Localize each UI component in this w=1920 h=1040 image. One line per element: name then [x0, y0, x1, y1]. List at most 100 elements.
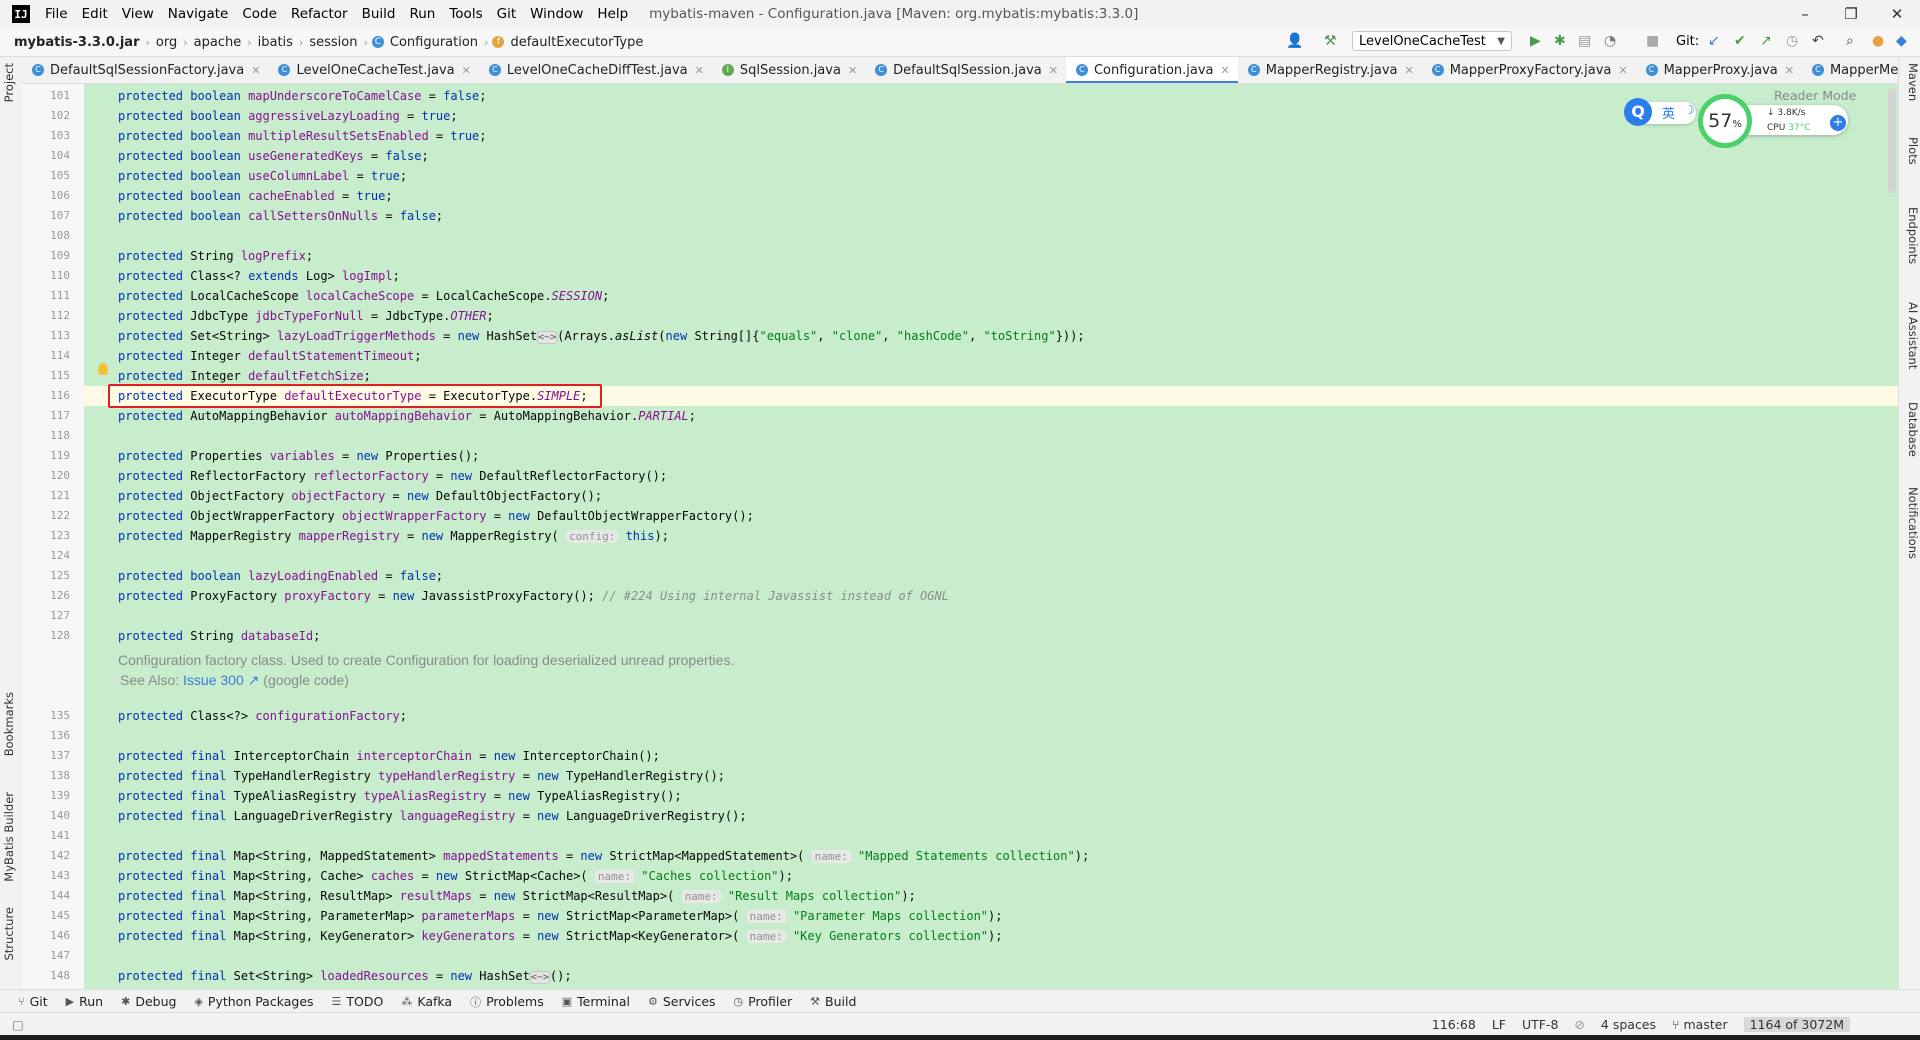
close-tab-icon[interactable]: ✕: [1049, 64, 1058, 77]
code-line[interactable]: protected JdbcType jdbcTypeForNull = Jdb…: [118, 306, 494, 326]
notifications-tool-button[interactable]: Notifications: [1902, 487, 1920, 559]
endpoints-tool-button[interactable]: Endpoints: [1902, 207, 1920, 264]
close-tab-icon[interactable]: ✕: [1618, 64, 1627, 77]
bookmarks-tool-button[interactable]: Bookmarks: [2, 692, 20, 756]
code-line[interactable]: protected LocalCacheScope localCacheScop…: [118, 286, 609, 306]
menu-file[interactable]: File: [38, 6, 75, 22]
readonly-icon[interactable]: ⊘: [1574, 1017, 1584, 1032]
plus-icon[interactable]: +: [1830, 115, 1846, 131]
code-line[interactable]: protected boolean cacheEnabled = true;: [118, 186, 393, 206]
breadcrumb-org[interactable]: org: [154, 35, 179, 50]
tab-defaultsqlsession[interactable]: C DefaultSqlSession.java ✕: [865, 57, 1066, 83]
rollback-icon[interactable]: ↶: [1806, 33, 1830, 49]
run-configuration-select[interactable]: LevelOneCacheTest ▼: [1352, 31, 1512, 51]
code-line[interactable]: protected boolean useColumnLabel = true;: [118, 166, 407, 186]
run-icon[interactable]: ▶: [1524, 33, 1547, 49]
code-line[interactable]: protected ReflectorFactory reflectorFact…: [118, 466, 667, 486]
code-line[interactable]: protected boolean callSettersOnNulls = f…: [118, 206, 443, 226]
maven-tool-button[interactable]: Maven: [1902, 63, 1920, 101]
tab-mapperproxy[interactable]: C MapperProxy.java ✕: [1636, 57, 1802, 83]
code-line[interactable]: protected boolean aggressiveLazyLoading …: [118, 106, 458, 126]
close-tab-icon[interactable]: ✕: [462, 64, 471, 77]
tool-python-packages[interactable]: ◈ Python Packages: [194, 994, 313, 1009]
debug-icon[interactable]: ✱: [1548, 33, 1572, 49]
code-line[interactable]: protected Integer defaultFetchSize;: [118, 366, 371, 386]
project-tool-button[interactable]: Project: [2, 63, 20, 102]
git-push-icon[interactable]: ↗: [1754, 33, 1778, 49]
caret-position[interactable]: 116:68: [1432, 1017, 1476, 1032]
menu-refactor[interactable]: Refactor: [284, 6, 355, 22]
menu-build[interactable]: Build: [355, 6, 403, 22]
plots-tool-button[interactable]: Plots: [1902, 137, 1920, 165]
close-tab-icon[interactable]: ✕: [1221, 64, 1230, 77]
code-line[interactable]: protected boolean multipleResultSetsEnab…: [118, 126, 487, 146]
tool-terminal[interactable]: ▣ Terminal: [562, 994, 630, 1009]
code-line[interactable]: protected ProxyFactory proxyFactory = ne…: [118, 586, 949, 606]
tab-sqlsession[interactable]: I SqlSession.java ✕: [712, 57, 865, 83]
update-icon[interactable]: ●: [1866, 33, 1890, 49]
tab-levelonecachetest[interactable]: C LevelOneCacheTest.java ✕: [268, 57, 478, 83]
line-separator[interactable]: LF: [1492, 1017, 1506, 1032]
code-line[interactable]: protected final Map<String, ResultMap> r…: [118, 886, 916, 906]
memory-gauge[interactable]: 57%: [1698, 94, 1752, 148]
layout-icon[interactable]: ▢: [12, 1017, 24, 1032]
menu-navigate[interactable]: Navigate: [161, 6, 236, 22]
code-line[interactable]: protected final InterceptorChain interce…: [118, 746, 660, 766]
menu-edit[interactable]: Edit: [75, 6, 115, 22]
breadcrumb-ibatis[interactable]: ibatis: [256, 35, 295, 50]
history-icon[interactable]: ◷: [1780, 33, 1804, 49]
code-line[interactable]: protected ObjectFactory objectFactory = …: [118, 486, 602, 506]
code-line[interactable]: protected Set<String> lazyLoadTriggerMet…: [118, 326, 1085, 346]
tool-kafka[interactable]: ⁂ Kafka: [401, 994, 452, 1009]
memory-indicator[interactable]: 1164 of 3072M: [1743, 1017, 1850, 1032]
code-line[interactable]: protected final Map<String, Cache> cache…: [118, 866, 793, 886]
code-line[interactable]: protected final Map<String, ParameterMap…: [118, 906, 1002, 926]
ime-language[interactable]: 英: [1662, 103, 1675, 122]
git-commit-icon[interactable]: ✔: [1728, 33, 1752, 49]
code-line[interactable]: protected Class<?> configurationFactory;: [118, 706, 407, 726]
code-line[interactable]: protected AutoMappingBehavior autoMappin…: [118, 406, 696, 426]
file-encoding[interactable]: UTF-8: [1522, 1017, 1558, 1032]
tool-git[interactable]: ⑂ Git: [18, 994, 48, 1009]
code-line[interactable]: protected final TypeAliasRegistry typeAl…: [118, 786, 682, 806]
breadcrumb-session[interactable]: session: [307, 35, 359, 50]
database-tool-button[interactable]: Database: [1902, 402, 1920, 457]
code-line[interactable]: protected MapperRegistry mapperRegistry …: [118, 526, 669, 546]
close-tab-icon[interactable]: ✕: [1405, 64, 1414, 77]
plugin-icon[interactable]: ◆: [1890, 33, 1913, 49]
structure-tool-button[interactable]: Structure: [2, 907, 20, 961]
code-line[interactable]: protected String logPrefix;: [118, 246, 313, 266]
tool-services[interactable]: ⚙ Services: [648, 994, 716, 1009]
tool-build[interactable]: ⚒ Build: [810, 994, 856, 1009]
code-line[interactable]: protected final Set<String> loadedResour…: [118, 966, 572, 986]
code-line[interactable]: protected ObjectWrapperFactory objectWra…: [118, 506, 754, 526]
code-editor[interactable]: Configuration factory class. Used to cre…: [84, 84, 1898, 989]
close-tab-icon[interactable]: ✕: [1785, 64, 1794, 77]
menu-help[interactable]: Help: [590, 6, 635, 22]
close-window-button[interactable]: ✕: [1874, 0, 1920, 28]
tool-debug[interactable]: ✱ Debug: [121, 994, 176, 1009]
breadcrumb-field[interactable]: defaultExecutorType: [508, 35, 645, 50]
search-icon[interactable]: ⌕: [1840, 33, 1860, 49]
ime-logo-icon[interactable]: Q: [1624, 98, 1652, 126]
tab-configuration[interactable]: C Configuration.java ✕: [1065, 57, 1238, 83]
tab-defaultsqlsessionfactory[interactable]: C DefaultSqlSessionFactory.java ✕: [22, 57, 268, 83]
lightbulb-icon[interactable]: [98, 363, 108, 375]
menu-view[interactable]: View: [115, 6, 161, 22]
code-line[interactable]: protected Properties variables = new Pro…: [118, 446, 479, 466]
git-update-icon[interactable]: ↙: [1702, 33, 1726, 49]
menu-tools[interactable]: Tools: [442, 6, 489, 22]
user-icon[interactable]: 👤: [1280, 33, 1309, 49]
code-line[interactable]: protected final LanguageDriverRegistry l…: [118, 806, 747, 826]
code-line[interactable]: protected boolean mapUnderscoreToCamelCa…: [118, 86, 487, 106]
breadcrumb-configuration[interactable]: Configuration: [388, 35, 480, 50]
close-tab-icon[interactable]: ✕: [251, 64, 260, 77]
code-line[interactable]: protected Integer defaultStatementTimeou…: [118, 346, 421, 366]
indent-setting[interactable]: 4 spaces: [1601, 1017, 1656, 1032]
code-line[interactable]: protected ExecutorType defaultExecutorTy…: [118, 386, 588, 406]
minimize-button[interactable]: –: [1782, 0, 1828, 28]
tool-todo[interactable]: ☰ TODO: [332, 994, 384, 1009]
menu-git[interactable]: Git: [490, 6, 524, 22]
close-tab-icon[interactable]: ✕: [695, 64, 704, 77]
tool-run[interactable]: ▶ Run: [66, 994, 103, 1009]
